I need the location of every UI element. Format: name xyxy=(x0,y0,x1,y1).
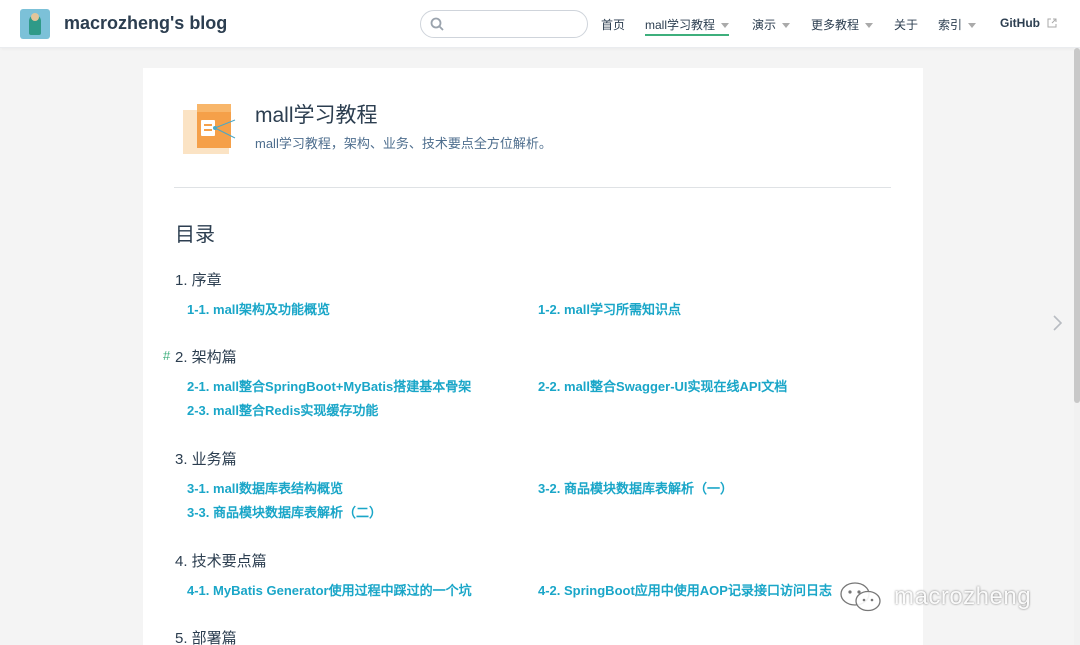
toc-link[interactable]: 2-2. mall整合Swagger-UI实现在线API文档 xyxy=(538,376,787,395)
site-logo[interactable] xyxy=(20,9,50,39)
scrollbar[interactable] xyxy=(1074,48,1080,645)
main-content: mall学习教程 mall学习教程，架构、业务、技术要点全方位解析。 目录 1.… xyxy=(143,68,923,645)
site-name[interactable]: macrozheng's blog xyxy=(64,13,227,34)
toc-link[interactable]: 3-3. 商品模块数据库表解析（二） xyxy=(187,502,382,521)
section-title-business: 3. 业务篇 xyxy=(175,451,237,468)
search-input[interactable] xyxy=(449,15,579,33)
chevron-down-icon xyxy=(782,23,791,29)
page-description: mall学习教程，架构、业务、技术要点全方位解析。 xyxy=(255,136,552,151)
nav-mall-tutorial-label: mall学习教程 xyxy=(645,18,716,32)
nav-github[interactable]: GitHub xyxy=(1000,16,1057,30)
toc-link[interactable]: 3-1. mall数据库表结构概览 xyxy=(187,478,343,497)
nav-more-tutorials[interactable]: 更多教程 xyxy=(811,16,874,33)
section-title-deployment: 5. 部署篇 xyxy=(175,630,237,645)
nav-mall-tutorial[interactable]: mall学习教程 xyxy=(645,16,730,36)
section-title-architecture: 2. 架构篇 xyxy=(175,349,237,366)
toc-link[interactable]: 2-1. mall整合SpringBoot+MyBatis搭建基本骨架 xyxy=(187,376,471,395)
header-anchor[interactable]: # xyxy=(163,348,170,363)
nav-demo-label: 演示 xyxy=(752,18,777,32)
nav-github-label: GitHub xyxy=(1000,16,1040,30)
wechat-icon xyxy=(840,582,881,612)
chevron-right-icon[interactable] xyxy=(1050,314,1064,332)
search-box[interactable] xyxy=(420,10,588,38)
toc-link[interactable]: 2-3. mall整合Redis实现缓存功能 xyxy=(187,400,378,419)
section-title-tech-points: 4. 技术要点篇 xyxy=(175,553,267,570)
search-icon xyxy=(430,17,444,31)
divider xyxy=(174,187,891,188)
external-link-icon xyxy=(1047,18,1057,28)
toc-link[interactable]: 4-2. SpringBoot应用中使用AOP记录接口访问日志 xyxy=(538,580,832,599)
nav-index[interactable]: 索引 xyxy=(938,16,977,33)
nav-about-label: 关于 xyxy=(894,18,919,32)
page-title: mall学习教程 xyxy=(255,104,378,127)
watermark: macrozheng xyxy=(838,578,1048,618)
scrollbar-thumb[interactable] xyxy=(1074,48,1080,403)
nav-demo[interactable]: 演示 xyxy=(752,16,791,33)
toc-link[interactable]: 3-2. 商品模块数据库表解析（一） xyxy=(538,478,733,497)
nav-home-label: 首页 xyxy=(601,18,626,32)
nav-home[interactable]: 首页 xyxy=(601,16,625,33)
section-title-preface: 1. 序章 xyxy=(175,272,222,289)
toc-title: 目录 xyxy=(175,224,215,246)
toc-link[interactable]: 1-2. mall学习所需知识点 xyxy=(538,299,681,318)
nav-more-tutorials-label: 更多教程 xyxy=(811,18,860,32)
chevron-down-icon xyxy=(865,23,874,29)
toc-link[interactable]: 1-1. mall架构及功能概览 xyxy=(187,299,330,318)
toc-link[interactable]: 4-1. MyBatis Generator使用过程中踩过的一个坑 xyxy=(187,580,472,599)
nav-index-label: 索引 xyxy=(938,18,963,32)
logo-head xyxy=(31,13,39,21)
book-icon xyxy=(183,104,236,154)
navbar: macrozheng's blog 首页 mall学习教程 演示 更多教程 关于… xyxy=(0,0,1080,48)
chevron-down-icon xyxy=(968,23,977,29)
nav-about[interactable]: 关于 xyxy=(894,16,918,33)
watermark-text: macrozheng xyxy=(894,583,1032,610)
chevron-down-icon xyxy=(721,23,730,29)
